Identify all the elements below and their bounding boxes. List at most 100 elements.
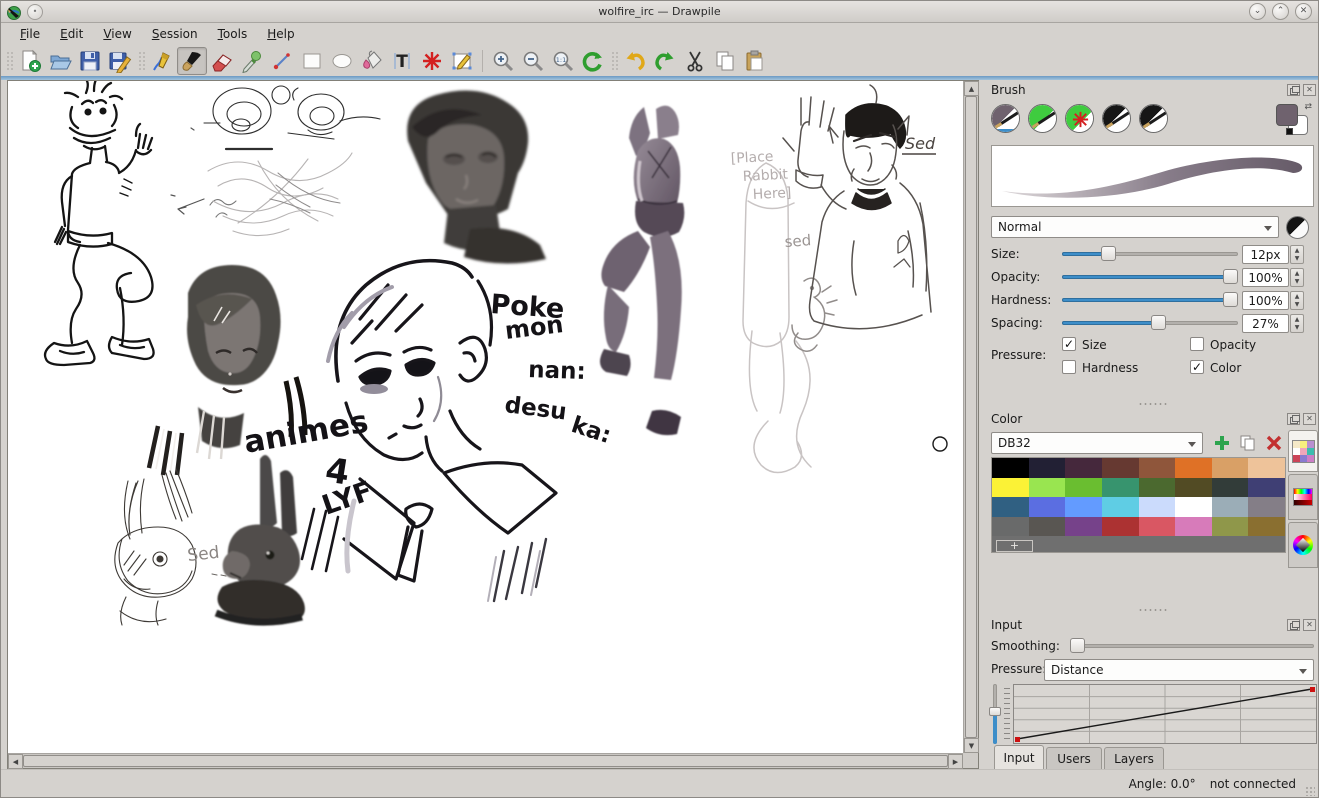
size-slider[interactable]	[1062, 245, 1238, 262]
text-tool-button[interactable]: T	[387, 47, 417, 75]
open-button[interactable]	[45, 47, 75, 75]
pressure-checkbox-size[interactable]: ✓	[1062, 337, 1076, 351]
brush-preset-3[interactable]	[1065, 104, 1094, 133]
palette-swatch[interactable]	[1029, 517, 1066, 537]
palette-swatch[interactable]	[1175, 458, 1212, 478]
scroll-up-arrow[interactable]: ▲	[964, 81, 979, 96]
panel-splitter-handle[interactable]	[1138, 402, 1168, 406]
pressure-mode-select[interactable]: Distance	[1044, 659, 1314, 681]
palette-swatch[interactable]	[1212, 517, 1249, 537]
drawing-canvas[interactable]: Poke mon nan: desu ka: animes 4 LYF Sed …	[8, 81, 963, 753]
pen-tool-button[interactable]	[147, 47, 177, 75]
minimize-button[interactable]: ⌄	[1249, 3, 1266, 20]
zoom-out-button[interactable]	[518, 47, 548, 75]
brush-preset-1[interactable]	[991, 104, 1020, 133]
blend-mode-indicator-icon[interactable]	[1286, 216, 1309, 239]
toolbar-drag-handle[interactable]	[610, 50, 618, 72]
horizontal-scrollbar[interactable]: ◀ ▶	[8, 753, 963, 768]
palette-swatch[interactable]	[1248, 517, 1285, 537]
palette-swatch[interactable]	[1102, 478, 1139, 498]
palette-swatch[interactable]	[1102, 458, 1139, 478]
vertical-scrollbar[interactable]: ▲ ▼	[963, 81, 978, 753]
palette-swatch[interactable]	[1065, 517, 1102, 537]
palette-swatch[interactable]	[1065, 497, 1102, 517]
menu-tools[interactable]: Tools	[209, 24, 257, 44]
palette-swatch[interactable]	[1102, 497, 1139, 517]
slider-handle[interactable]	[1223, 292, 1238, 307]
scroll-left-arrow[interactable]: ◀	[8, 754, 23, 769]
slider-handle[interactable]	[1151, 315, 1166, 330]
palette-swatch[interactable]	[1248, 478, 1285, 498]
palette-swatch[interactable]	[992, 517, 1029, 537]
add-color-button[interactable]: +	[996, 540, 1033, 552]
add-palette-button[interactable]	[1210, 432, 1233, 454]
pressure-curve-widget[interactable]	[989, 684, 1317, 744]
slider-handle[interactable]	[989, 707, 1001, 716]
spin-down-icon[interactable]: ▼	[1295, 324, 1300, 331]
tab-color-wheel[interactable]	[1288, 522, 1318, 568]
curve-vertical-slider[interactable]	[989, 684, 1001, 744]
size-spinner[interactable]: ▲▼	[1290, 245, 1304, 264]
brush-tool-button[interactable]	[177, 47, 207, 75]
spacing-slider[interactable]	[1062, 314, 1238, 331]
palette-swatch[interactable]	[1029, 478, 1066, 498]
slider-groove[interactable]	[1070, 644, 1314, 648]
palette-swatch[interactable]	[1139, 497, 1176, 517]
spacing-value[interactable]: 27%	[1242, 314, 1289, 333]
brush-preset-2[interactable]	[1028, 104, 1057, 133]
rotate-reset-button[interactable]	[578, 47, 608, 75]
scroll-right-arrow[interactable]: ▶	[948, 754, 963, 769]
spin-up-icon[interactable]: ▲	[1295, 247, 1300, 254]
horizontal-scroll-thumb[interactable]	[23, 755, 948, 767]
copy-button[interactable]	[710, 47, 740, 75]
palette-select[interactable]: DB32	[991, 432, 1203, 454]
palette-swatch[interactable]	[1029, 458, 1066, 478]
palette-swatch[interactable]	[1212, 458, 1249, 478]
pressure-checkbox-hardness[interactable]	[1062, 360, 1076, 374]
window-shade-button[interactable]: •	[27, 4, 43, 20]
palette-swatch[interactable]	[992, 478, 1029, 498]
redo-button[interactable]	[650, 47, 680, 75]
app-icon[interactable]	[6, 4, 22, 20]
save-as-button[interactable]	[105, 47, 135, 75]
palette-swatch[interactable]	[1248, 458, 1285, 478]
palette-swatch[interactable]	[1139, 478, 1176, 498]
opacity-spinner[interactable]: ▲▼	[1290, 268, 1304, 287]
pressure-checkbox-opacity[interactable]	[1190, 337, 1204, 351]
save-button[interactable]	[75, 47, 105, 75]
spacing-spinner[interactable]: ▲▼	[1290, 314, 1304, 333]
menu-help[interactable]: Help	[258, 24, 303, 44]
spin-up-icon[interactable]: ▲	[1295, 293, 1300, 300]
new-document-button[interactable]	[15, 47, 45, 75]
opacity-slider[interactable]	[1062, 268, 1238, 285]
spin-up-icon[interactable]: ▲	[1295, 270, 1300, 277]
menu-edit[interactable]: Edit	[51, 24, 92, 44]
menu-view[interactable]: View	[94, 24, 140, 44]
hardness-slider[interactable]	[1062, 291, 1238, 308]
slider-handle[interactable]	[1101, 246, 1116, 261]
size-value[interactable]: 12px	[1242, 245, 1289, 264]
maximize-button[interactable]: ⌃	[1272, 3, 1289, 20]
curve-plot[interactable]	[1013, 684, 1317, 744]
eraser-tool-button[interactable]	[207, 47, 237, 75]
color-picker-tool-button[interactable]	[237, 47, 267, 75]
close-button[interactable]: ✕	[1295, 3, 1312, 20]
ellipse-tool-button[interactable]	[327, 47, 357, 75]
spin-down-icon[interactable]: ▼	[1295, 278, 1300, 285]
resize-grip[interactable]	[1305, 786, 1315, 796]
menu-file[interactable]: File	[11, 24, 49, 44]
blend-mode-select[interactable]: Normal	[991, 216, 1279, 238]
palette-swatch[interactable]	[1175, 497, 1212, 517]
spin-down-icon[interactable]: ▼	[1295, 255, 1300, 262]
brush-panel-close-button[interactable]: ✕	[1303, 84, 1316, 96]
hardness-value[interactable]: 100%	[1242, 291, 1289, 310]
color-panel-close-button[interactable]: ✕	[1303, 413, 1316, 425]
palette-swatch[interactable]	[1139, 458, 1176, 478]
panel-splitter-handle[interactable]	[1138, 608, 1168, 612]
pressure-checkbox-color[interactable]: ✓	[1190, 360, 1204, 374]
dock-tab-layers[interactable]: Layers	[1104, 747, 1164, 769]
duplicate-palette-button[interactable]	[1236, 432, 1259, 454]
palette-swatch[interactable]	[1212, 497, 1249, 517]
laser-pointer-tool-button[interactable]	[417, 47, 447, 75]
palette-swatch[interactable]	[992, 458, 1029, 478]
